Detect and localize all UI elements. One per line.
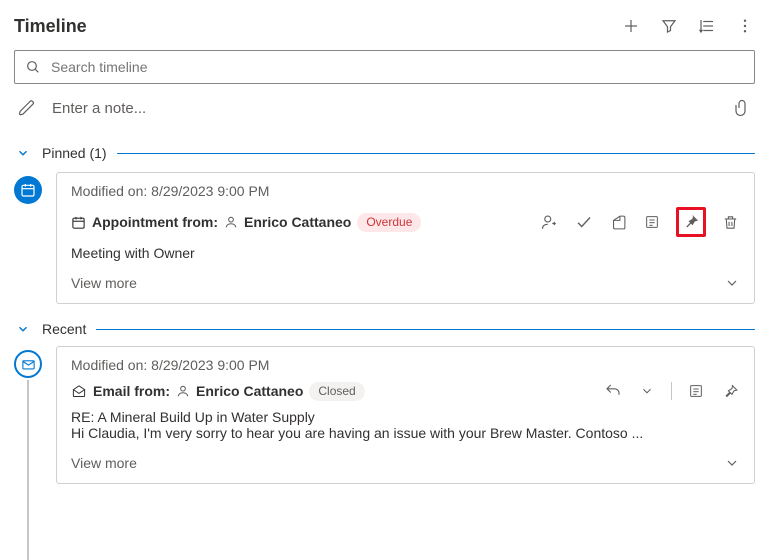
search-input[interactable] <box>49 58 744 76</box>
page-title: Timeline <box>14 16 87 37</box>
divider <box>96 329 755 330</box>
sort-button[interactable] <box>697 16 717 36</box>
envelope-icon <box>71 384 87 399</box>
delete-icon[interactable] <box>720 212 740 232</box>
pinned-view-more[interactable]: View more <box>71 275 740 291</box>
divider <box>671 382 672 400</box>
complete-icon[interactable] <box>574 212 594 232</box>
attach-icon[interactable] <box>733 98 751 118</box>
chevron-down-icon <box>724 455 740 471</box>
search-box[interactable] <box>14 50 755 84</box>
calendar-icon <box>71 215 86 230</box>
filter-button[interactable] <box>659 16 679 36</box>
pinned-subject: Meeting with Owner <box>71 245 740 261</box>
note-icon[interactable] <box>686 381 706 401</box>
modified-label: Modified on: 8/29/2023 9:00 PM <box>71 183 740 199</box>
pin-icon[interactable] <box>720 381 740 401</box>
chevron-down-icon <box>724 275 740 291</box>
reply-icon[interactable] <box>603 381 623 401</box>
section-recent-header: Recent <box>14 320 755 338</box>
highlighted-pin-action <box>676 207 706 237</box>
assign-icon[interactable] <box>540 212 560 232</box>
view-more-label: View more <box>71 455 137 471</box>
section-pinned-header: Pinned (1) <box>14 144 755 162</box>
view-more-label: View more <box>71 275 137 291</box>
search-icon <box>25 59 41 75</box>
email-type-icon <box>14 350 42 378</box>
recent-preview: Hi Claudia, I'm very sorry to hear you a… <box>71 425 740 441</box>
header-actions <box>621 16 755 36</box>
pinned-type-label: Appointment from: <box>92 214 218 230</box>
recent-view-more[interactable]: View more <box>71 455 740 471</box>
pinned-card-actions <box>540 207 740 237</box>
pinned-person-name[interactable]: Enrico Cattaneo <box>244 214 351 230</box>
status-badge-closed: Closed <box>309 382 364 401</box>
section-recent-title: Recent <box>42 321 86 337</box>
modified-label: Modified on: 8/29/2023 9:00 PM <box>71 357 740 373</box>
recent-card-actions <box>603 381 740 401</box>
recent-subject: RE: A Mineral Build Up in Water Supply <box>71 409 740 425</box>
note-icon[interactable] <box>642 212 662 232</box>
reply-dropdown-icon[interactable] <box>637 381 657 401</box>
person-icon <box>224 215 238 229</box>
note-input[interactable] <box>50 99 719 118</box>
recent-card[interactable]: Modified on: 8/29/2023 9:00 PM Email fro… <box>56 346 755 484</box>
collapse-recent-button[interactable] <box>14 320 32 338</box>
pinned-card[interactable]: Modified on: 8/29/2023 9:00 PM Appointme… <box>56 172 755 304</box>
collapse-pinned-button[interactable] <box>14 144 32 162</box>
note-row <box>14 98 755 130</box>
thread-line <box>27 380 29 560</box>
recent-item: Modified on: 8/29/2023 9:00 PM Email fro… <box>14 346 755 484</box>
more-button[interactable] <box>735 16 755 36</box>
add-button[interactable] <box>621 16 641 36</box>
pinned-item: Modified on: 8/29/2023 9:00 PM Appointme… <box>14 172 755 304</box>
open-record-icon[interactable] <box>608 212 628 232</box>
person-icon <box>176 384 190 398</box>
pencil-icon <box>18 99 36 117</box>
divider <box>117 153 755 154</box>
appointment-type-icon <box>14 176 42 204</box>
status-badge-overdue: Overdue <box>357 213 421 232</box>
recent-type-label: Email from: <box>93 383 170 399</box>
pin-icon[interactable] <box>681 212 701 232</box>
recent-person-name[interactable]: Enrico Cattaneo <box>196 383 303 399</box>
section-pinned-title: Pinned (1) <box>42 145 107 161</box>
